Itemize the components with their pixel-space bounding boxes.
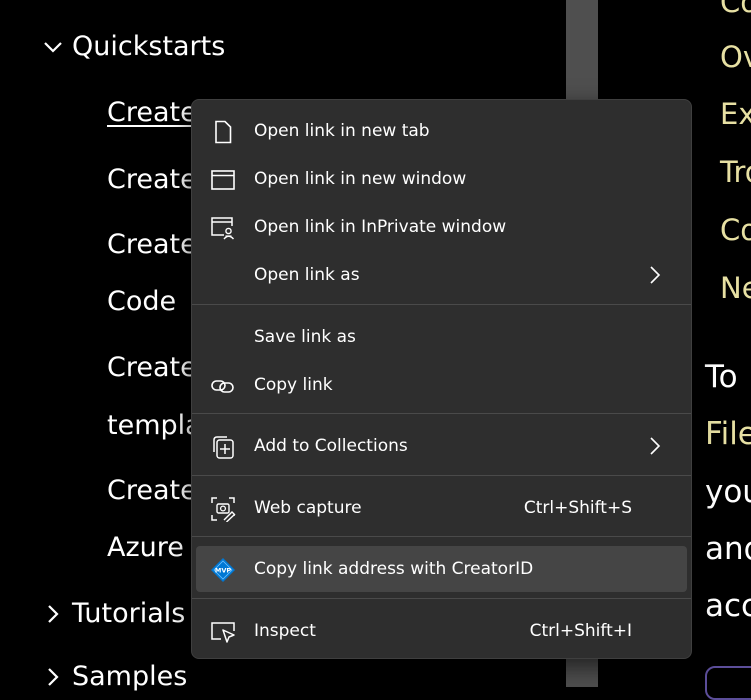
menu-item-shortcut: Ctrl+Shift+I <box>529 621 632 641</box>
toc-link[interactable]: Tro <box>720 154 751 190</box>
nav-section-quickstarts[interactable]: Quickstarts <box>42 29 225 65</box>
nav-link-code[interactable]: Code <box>107 284 176 320</box>
menu-item-open-inprivate[interactable]: Open link in InPrivate window <box>196 204 687 250</box>
menu-separator <box>192 413 691 414</box>
link-context-menu: Open link in new tab Open link in new wi… <box>191 99 692 659</box>
menu-item-label: Inspect <box>254 621 316 641</box>
nav-link-template[interactable]: templa <box>107 408 202 444</box>
menu-separator <box>192 475 691 476</box>
menu-item-copy-link-creatorid[interactable]: MVP Copy link address with CreatorID <box>196 546 687 592</box>
nav-link-create-3[interactable]: Create <box>107 227 197 263</box>
menu-separator <box>192 304 691 305</box>
nav-link-azure[interactable]: Azure <box>107 530 184 566</box>
toc-link[interactable]: Ex <box>720 96 751 132</box>
nav-section-label: Tutorials <box>72 598 186 629</box>
paragraph-line: and <box>705 531 751 567</box>
paragraph-link[interactable]: File <box>705 414 751 454</box>
chevron-right-icon <box>48 668 59 686</box>
chevron-down-icon <box>44 42 62 53</box>
nav-section-label: Quickstarts <box>72 31 226 62</box>
toc-link[interactable]: Co <box>720 0 751 20</box>
link-icon <box>211 380 234 393</box>
toc-link[interactable]: Ne <box>720 270 751 306</box>
web-capture-icon <box>211 497 236 522</box>
menu-separator <box>192 536 691 537</box>
collections-icon <box>213 436 234 459</box>
menu-item-label: Open link as <box>254 265 360 285</box>
menu-item-label: Copy link address with CreatorID <box>254 559 534 579</box>
nav-link-create-1[interactable]: Create <box>107 95 197 131</box>
menu-item-label: Add to Collections <box>254 436 408 456</box>
menu-item-label: Open link in new tab <box>254 121 430 141</box>
menu-item-open-link-as[interactable]: Open link as <box>196 252 687 298</box>
menu-item-label: Open link in InPrivate window <box>254 217 507 237</box>
menu-item-web-capture[interactable]: Web capture Ctrl+Shift+S <box>196 485 687 531</box>
inspect-icon <box>211 622 235 643</box>
menu-separator <box>192 598 691 599</box>
menu-item-label: Web capture <box>254 498 362 518</box>
content-card-edge <box>705 666 751 700</box>
menu-item-label: Save link as <box>254 327 356 347</box>
toc-link[interactable]: Ov <box>720 39 751 75</box>
menu-item-open-new-window[interactable]: Open link in new window <box>196 156 687 202</box>
menu-item-label: Copy link <box>254 375 333 395</box>
menu-item-inspect[interactable]: Inspect Ctrl+Shift+I <box>196 608 687 654</box>
menu-item-shortcut: Ctrl+Shift+S <box>523 498 632 518</box>
svg-text:MVP: MVP <box>215 567 231 575</box>
nav-section-label: Samples <box>72 661 188 692</box>
menu-item-open-new-tab[interactable]: Open link in new tab <box>196 108 687 154</box>
menu-item-label: Open link in new window <box>254 169 467 189</box>
paragraph-line: you <box>705 474 751 510</box>
nav-section-samples[interactable]: Samples <box>42 659 187 695</box>
new-window-icon <box>211 170 235 190</box>
menu-item-save-link-as[interactable]: Save link as <box>196 314 687 360</box>
toc-link[interactable]: Co <box>720 212 751 248</box>
chevron-right-icon <box>650 437 661 455</box>
mvp-icon: MVP <box>211 558 235 582</box>
nav-link-create-5[interactable]: Create <box>107 473 197 509</box>
chevron-right-icon <box>650 266 661 284</box>
nav-link-create-2[interactable]: Create <box>107 162 197 198</box>
menu-item-copy-link[interactable]: Copy link <box>196 362 687 408</box>
nav-link-create-4[interactable]: Create <box>107 350 197 386</box>
new-tab-icon <box>215 120 232 144</box>
paragraph-line: To <box>705 359 738 395</box>
menu-item-add-to-collections[interactable]: Add to Collections <box>196 423 687 469</box>
chevron-right-icon <box>48 605 59 623</box>
paragraph-line: acc <box>705 588 751 624</box>
nav-section-tutorials[interactable]: Tutorials <box>42 596 185 632</box>
inprivate-window-icon <box>211 217 235 240</box>
